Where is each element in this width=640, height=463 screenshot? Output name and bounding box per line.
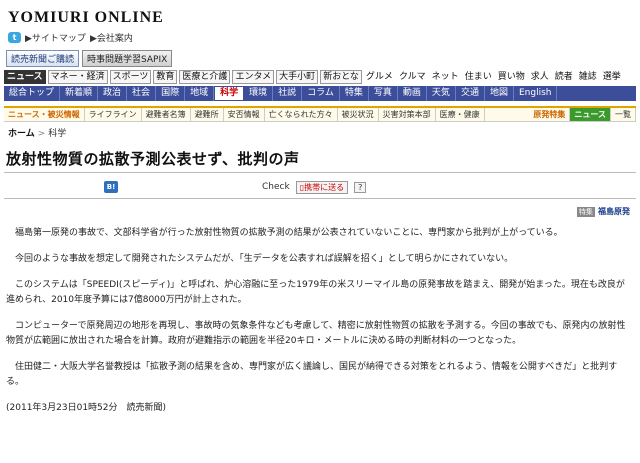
primary-nav-gourmet[interactable]: グルメ [364,71,395,83]
primary-nav-election[interactable]: 選挙 [601,71,623,83]
primary-nav-readers[interactable]: 読者 [553,71,575,83]
subscribe-button[interactable]: 読売新聞ご購読 [6,50,80,67]
tab-environment[interactable]: 環境 [244,86,274,101]
sitemap-link[interactable]: サイトマップ [32,34,86,44]
primary-nav-entame[interactable]: エンタメ [232,70,275,84]
tab-traffic[interactable]: 交通 [456,86,485,101]
disaster-nav-health[interactable]: 医療・健康 [436,108,485,121]
feature-badge: 特集 [577,206,595,217]
article-paragraph: 住田健二・大阪大学名誉教授は「拡散予測の結果を含め、専門家が広く議論し、国民が納… [6,362,618,387]
tab-politics[interactable]: 政治 [98,86,128,101]
share-divider [4,198,636,199]
disaster-nav-damage[interactable]: 被災状況 [338,108,379,121]
breadcrumb: ホーム > 科学 [8,126,66,139]
tab-editorial[interactable]: 社説 [273,86,303,101]
sapix-button[interactable]: 時事問題学習SAPIX [82,50,173,67]
primary-nav-money[interactable]: マネー・経済 [47,70,108,84]
company-link[interactable]: 会社案内 [97,34,133,44]
nuclear-feature-news[interactable]: ニュース [570,108,611,121]
tab-latest[interactable]: 新着順 [60,86,99,101]
primary-nav-magazine[interactable]: 雑誌 [577,71,599,83]
primary-nav-car[interactable]: クルマ [397,71,428,83]
article-date: (2011年3月23日01時52分 読売新聞) [6,403,167,413]
tab-weather[interactable]: 天気 [427,86,456,101]
primary-nav-medical[interactable]: 医療と介護 [179,70,231,84]
nuclear-feature-head[interactable]: 原発特集 [529,108,571,121]
check-link[interactable]: Check [262,182,290,192]
primary-nav-sports[interactable]: スポーツ [109,70,152,84]
breadcrumb-section[interactable]: 科学 [48,129,66,139]
primary-nav-education[interactable]: 教育 [153,70,178,84]
tab-english[interactable]: English [514,86,558,101]
secondary-nav: 総合トップ 新着順 政治 社会 国際 地域 科学 環境 社説 コラム 特集 写真… [4,86,636,101]
hatena-bookmark-wrap: B! [104,180,118,194]
article-paragraph: 今回のような事故を想定して開発されたシステムだが、「生データを公表すれば誤解を招… [15,254,514,264]
tab-photo[interactable]: 写真 [369,86,398,101]
nuclear-feature-list[interactable]: 一覧 [611,108,636,121]
article-body: 福島第一原発の事故で、文部科学省が行った放射性物質の拡散予測の結果が公表されてい… [6,226,632,427]
tab-science[interactable]: 科学 [214,86,245,101]
mobile-send-button[interactable]: ▯携帯に送る [295,180,349,194]
article-paragraph: 福島第一原発の事故で、文部科学省が行った放射性物質の拡散予測の結果が公表されてい… [15,228,563,238]
primary-nav-housing[interactable]: 住まい [463,71,494,83]
title-divider [4,172,636,173]
article-title: 放射性物質の拡散予測公表せず、批判の声 [6,150,300,168]
disaster-nav-safety[interactable]: 安否情報 [224,108,265,121]
primary-nav-news[interactable]: ニュース [4,70,46,84]
tab-map[interactable]: 地図 [485,86,514,101]
primary-nav-jobs[interactable]: 求人 [529,71,551,83]
primary-nav-otona[interactable]: 新おとな [320,70,362,84]
tab-region[interactable]: 地域 [185,86,215,101]
tab-international[interactable]: 国際 [156,86,186,101]
sitemap-link-wrap: ▶サイトマップ [25,34,86,44]
primary-nav-net[interactable]: ネット [430,71,461,83]
site-logo[interactable]: YOMIURI ONLINE [8,9,164,27]
hatena-bookmark-icon[interactable]: B! [104,181,118,193]
feature-keyword-link[interactable]: 福島原発 [598,206,630,217]
share-tools: Check ▯携帯に送る ? [262,180,367,194]
tab-top[interactable]: 総合トップ [4,86,61,101]
primary-nav-komachi[interactable]: 大手小町 [276,70,319,84]
article-paragraph: コンピューターで原発周辺の地形を再現し、事故時の気象条件なども考慮して、精密に放… [6,321,626,346]
breadcrumb-home[interactable]: ホーム [8,129,35,139]
tab-feature[interactable]: 特集 [340,86,369,101]
tab-society[interactable]: 社会 [127,86,157,101]
mobile-send-label: 携帯に送る [304,182,345,192]
disaster-nav-deceased[interactable]: 亡くなられた方々 [265,108,338,121]
disaster-nav-lifeline[interactable]: ライフライン [85,108,142,121]
breadcrumb-separator: > [37,129,46,139]
primary-nav: ニュース マネー・経済 スポーツ 教育 医療と介護 エンタメ 大手小町 新おとな… [4,70,636,84]
utility-links: t ▶サイトマップ ▶会社案内 [8,31,133,44]
help-button[interactable]: ? [354,181,367,193]
twitter-icon[interactable]: t [8,32,21,43]
header-buttons: 読売新聞ご購読 時事問題学習SAPIX [6,50,173,67]
primary-nav-shopping[interactable]: 買い物 [496,71,527,83]
tab-video[interactable]: 動画 [398,86,427,101]
disaster-nav-evacuees[interactable]: 避難者名簿 [142,108,191,121]
tab-column[interactable]: コラム [302,86,340,101]
disaster-nav-hq[interactable]: 災害対策本部 [379,108,436,121]
disaster-nav: ニュース・被災情報 ライフライン 避難者名簿 避難所 安否情報 亡くなられた方々… [4,106,636,122]
article-paragraph: このシステムは「SPEEDI(スピーディ)」と呼ばれ、炉心溶融に至った1979年… [6,280,625,305]
disaster-nav-shelters[interactable]: 避難所 [191,108,224,121]
company-link-wrap: ▶会社案内 [89,34,133,44]
feature-tag: 特集 福島原発 [577,206,630,217]
disaster-nav-head[interactable]: ニュース・被災情報 [4,108,85,121]
